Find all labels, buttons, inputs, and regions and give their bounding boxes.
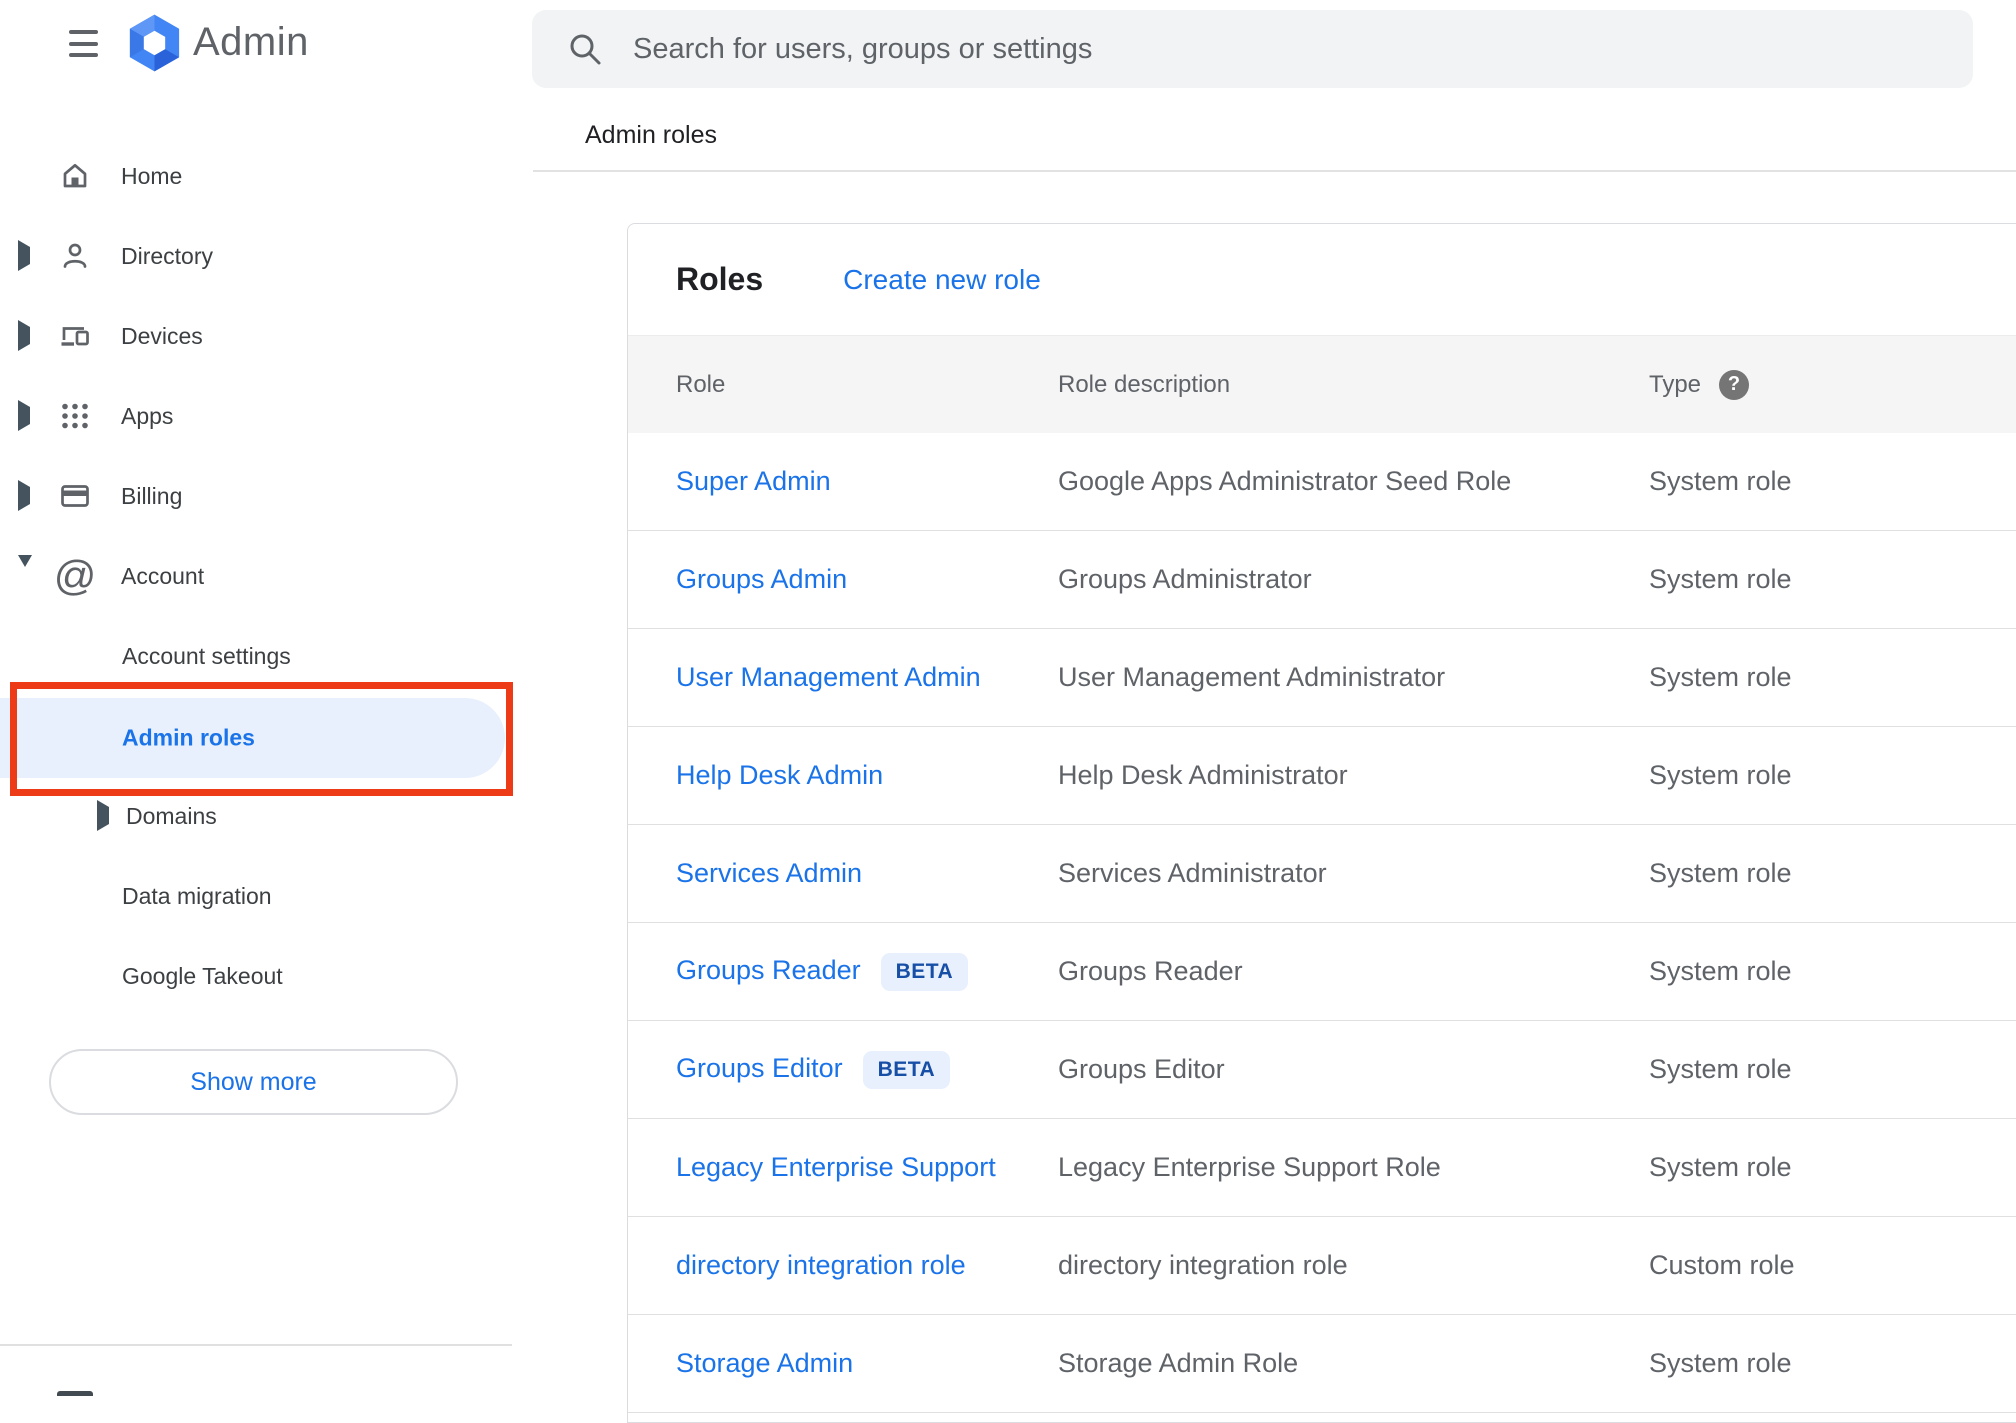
role-link[interactable]: Groups Editor [676, 1053, 843, 1083]
devices-icon [58, 319, 92, 353]
sidebar-divider [0, 1344, 512, 1346]
apps-grid-icon [58, 399, 92, 433]
admin-logo-icon [128, 12, 181, 74]
sidebar-label: Devices [121, 322, 203, 349]
role-description: Google Apps Administrator Seed Role [1058, 466, 1512, 496]
table-row[interactable]: directory integration role directory int… [628, 1217, 2016, 1315]
sidebar-item-billing[interactable]: Billing [0, 456, 515, 536]
sidebar-item-data-migration[interactable]: Data migration [0, 856, 515, 936]
table-row[interactable]: Storage Admin Storage Admin Role System … [628, 1315, 2016, 1413]
credit-card-icon [58, 479, 92, 513]
role-type: System role [1649, 1054, 1792, 1084]
sidebar-item-home[interactable]: Home [0, 136, 515, 216]
chevron-right-icon[interactable] [97, 800, 109, 831]
at-sign-icon: @ [53, 552, 97, 599]
sidebar-sublabel: Domains [126, 802, 217, 829]
table-header-row: Role Role description Type ? [628, 335, 2016, 433]
sidebar-label: Apps [121, 402, 174, 429]
role-link[interactable]: Storage Admin [676, 1348, 853, 1378]
search-icon [570, 34, 601, 65]
role-type: System role [1649, 1348, 1792, 1378]
role-description: Storage Admin Role [1058, 1348, 1299, 1378]
show-more-button[interactable]: Show more [49, 1049, 458, 1115]
card-header: Roles Create new role [628, 224, 2016, 335]
roles-card: Roles Create new role Role Role descript… [627, 223, 2016, 1423]
role-type: System role [1649, 760, 1792, 790]
role-description: Services Administrator [1058, 858, 1327, 888]
role-type: System role [1649, 466, 1792, 496]
table-row[interactable]: Groups Reader BETA Groups Reader System r… [628, 923, 2016, 1021]
help-icon[interactable]: ? [1719, 369, 1750, 400]
role-description: Groups Administrator [1058, 564, 1312, 594]
beta-badge: BETA [862, 1050, 951, 1089]
search-bar[interactable]: Search for users, groups or settings [532, 10, 1973, 88]
home-icon [58, 159, 92, 193]
role-link[interactable]: Legacy Enterprise Support [676, 1152, 996, 1182]
app-title: Admin [193, 20, 309, 64]
chevron-right-icon[interactable] [18, 320, 30, 351]
sidebar-label: Billing [121, 482, 183, 509]
show-more-label: Show more [190, 1067, 317, 1096]
breadcrumb-divider [533, 170, 2016, 172]
table-row[interactable]: Groups Editor BETA Groups Editor System r… [628, 1021, 2016, 1119]
role-description: Groups Editor [1058, 1054, 1225, 1084]
role-description: directory integration role [1058, 1250, 1348, 1280]
person-icon [58, 239, 92, 273]
table-row[interactable]: Groups Admin Groups Administrator System… [628, 531, 2016, 629]
sidebar-sublabel: Account settings [122, 642, 291, 669]
role-type: System role [1649, 564, 1792, 594]
role-type: System role [1649, 662, 1792, 692]
role-link[interactable]: Groups Admin [676, 564, 847, 594]
chevron-right-icon[interactable] [18, 240, 30, 271]
sidebar-item-apps[interactable]: Apps [0, 376, 515, 456]
role-link[interactable]: User Management Admin [676, 662, 981, 692]
create-new-role-link[interactable]: Create new role [843, 264, 1041, 296]
role-description: Groups Reader [1058, 956, 1243, 986]
search-placeholder: Search for users, groups or settings [633, 32, 1093, 65]
table-row[interactable]: Help Desk Admin Help Desk Administrator … [628, 727, 2016, 825]
column-header-role: Role [676, 370, 726, 398]
sidebar-label: Directory [121, 242, 214, 269]
cutoff-icon [57, 1391, 93, 1396]
sidebar-item-account[interactable]: @ Account [0, 536, 515, 616]
role-link[interactable]: Groups Reader [676, 955, 861, 985]
menu-icon[interactable] [69, 30, 98, 57]
table-row[interactable]: Services Admin Services Administrator Sy… [628, 825, 2016, 923]
beta-badge: BETA [880, 952, 969, 991]
role-link[interactable]: Services Admin [676, 858, 862, 888]
column-header-type: Type ? [1649, 369, 2016, 400]
sidebar-item-domains[interactable]: Domains [0, 776, 515, 856]
role-type: System role [1649, 858, 1792, 888]
chevron-down-icon[interactable] [18, 555, 32, 584]
sidebar-label: Account [121, 562, 205, 589]
role-description: User Management Administrator [1058, 662, 1446, 692]
role-type: System role [1649, 956, 1792, 986]
card-title: Roles [676, 261, 764, 297]
role-link[interactable]: directory integration role [676, 1250, 966, 1280]
table-row[interactable]: Super Admin Google Apps Administrator Se… [628, 433, 2016, 531]
role-type: Custom role [1649, 1250, 1795, 1280]
column-header-description: Role description [1058, 370, 1231, 398]
chevron-right-icon[interactable] [18, 400, 30, 431]
table-row[interactable]: Legacy Enterprise Support Legacy Enterpr… [628, 1119, 2016, 1217]
role-description: Help Desk Administrator [1058, 760, 1348, 790]
sidebar-label: Home [121, 162, 183, 189]
sidebar-item-google-takeout[interactable]: Google Takeout [0, 936, 515, 1016]
sidebar-item-devices[interactable]: Devices [0, 296, 515, 376]
role-link[interactable]: Help Desk Admin [676, 760, 883, 790]
role-description: Legacy Enterprise Support Role [1058, 1152, 1441, 1182]
role-type: System role [1649, 1152, 1792, 1182]
sidebar-item-directory[interactable]: Directory [0, 216, 515, 296]
role-link[interactable]: Super Admin [676, 466, 831, 496]
chevron-right-icon[interactable] [18, 480, 30, 511]
sidebar-sublabel: Data migration [122, 882, 272, 909]
sidebar-sublabel: Google Takeout [122, 962, 283, 989]
breadcrumb: Admin roles [585, 121, 717, 149]
table-row[interactable]: User Management Admin User Management Ad… [628, 629, 2016, 727]
